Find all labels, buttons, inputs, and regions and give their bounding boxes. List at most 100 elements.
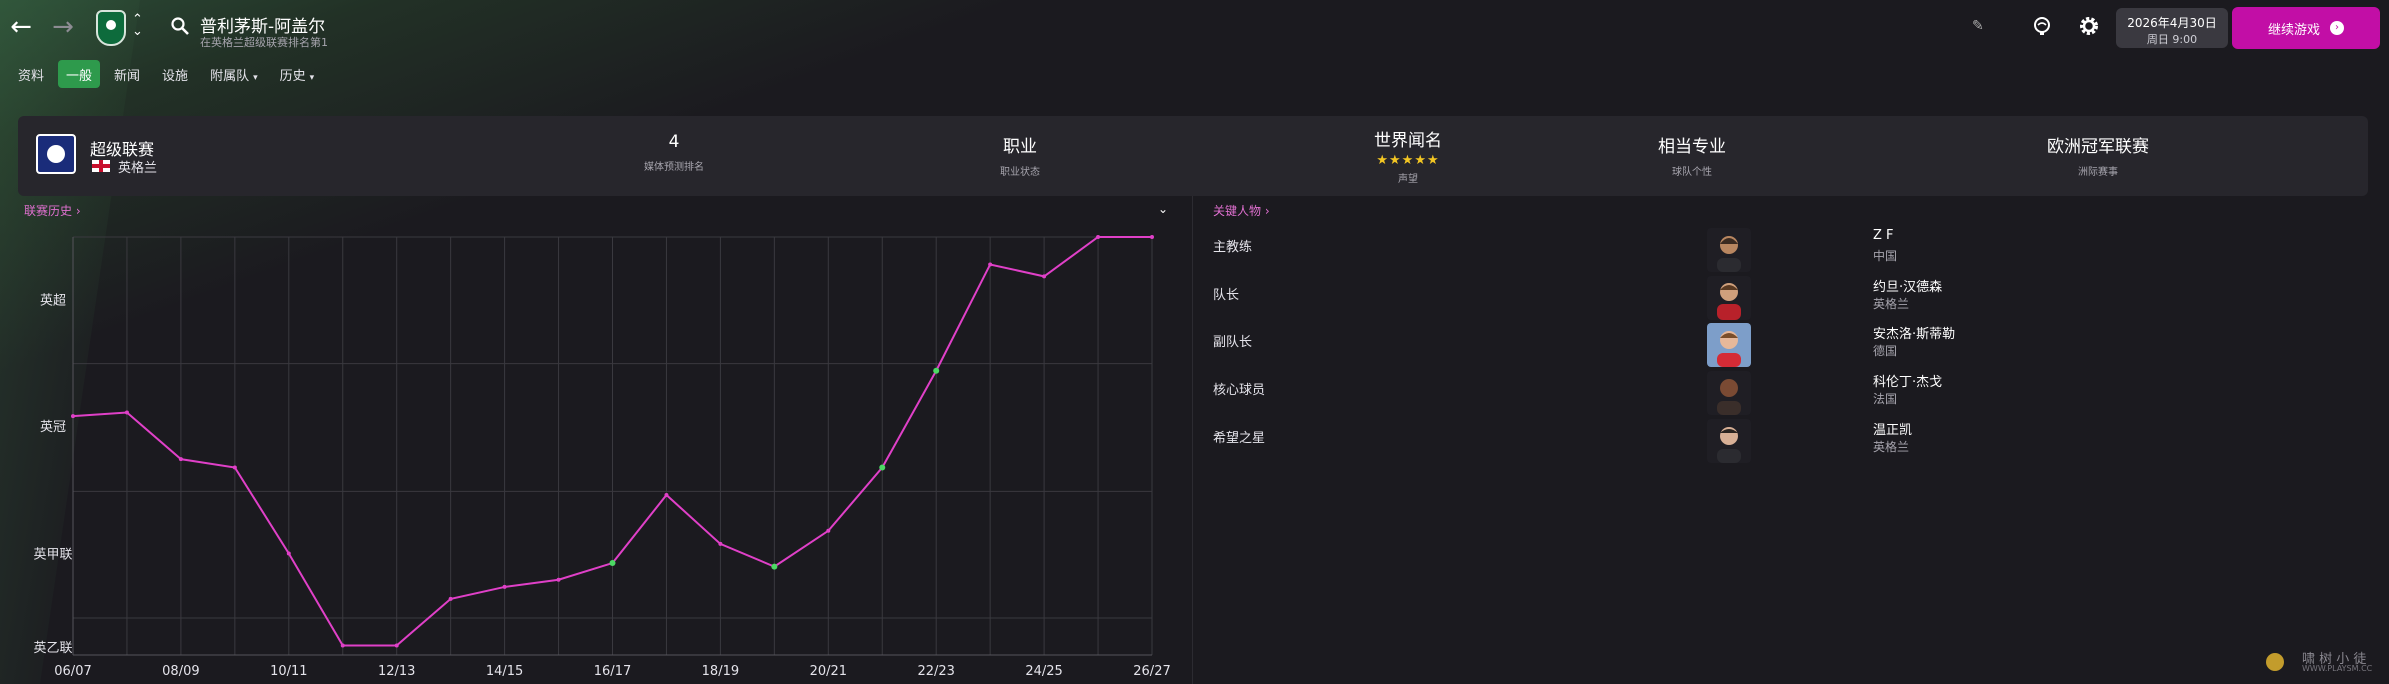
key-people-header[interactable]: 关键人物 ›: [1213, 202, 1270, 219]
y-tick-label: 英冠: [40, 420, 66, 435]
x-tick-label: 24/25: [1025, 664, 1062, 679]
key-person-row[interactable]: 队长 约旦·汉德森 英格兰: [1213, 276, 2313, 322]
chevron-down-icon: ▾: [253, 73, 258, 83]
x-tick-label: 12/13: [378, 664, 415, 679]
x-tick-label: 14/15: [486, 664, 523, 679]
key-people-title: 关键人物: [1213, 204, 1262, 218]
league-position-point: [664, 492, 669, 497]
avatar[interactable]: [1707, 419, 1751, 463]
tab-news[interactable]: 新闻: [106, 60, 148, 88]
avatar[interactable]: [1707, 371, 1751, 415]
stat-label: 职业状态: [1000, 167, 1040, 178]
key-person-name[interactable]: 约旦·汉德森: [1873, 276, 1942, 295]
stat-value[interactable]: 欧洲冠军联赛: [1998, 132, 2198, 157]
date-text: 2026年4月30日: [2127, 16, 2217, 30]
league-history-header[interactable]: 联赛历史 ›: [24, 202, 81, 219]
league-position-point: [933, 367, 940, 374]
stat-value: 相当专业: [1658, 137, 1726, 157]
key-person-row[interactable]: 核心球员 科伦丁·杰戈 法国: [1213, 371, 2313, 417]
competition-logo-icon[interactable]: [36, 134, 76, 174]
key-person-role: 希望之星: [1213, 431, 1266, 446]
professional-status-stat: 职业 职业状态: [920, 132, 1120, 178]
club-badge-icon[interactable]: [96, 10, 126, 46]
x-tick-label: 16/17: [594, 664, 631, 679]
league-position-point: [988, 262, 993, 267]
day-time-text: 周日 9:00: [2146, 33, 2198, 46]
continental-competition-stat: 欧洲冠军联赛 洲际赛事: [1998, 132, 2198, 178]
x-tick-label: 22/23: [917, 664, 954, 679]
x-tick-label: 10/11: [270, 664, 307, 679]
key-person-nation: 德国: [1873, 344, 1898, 358]
avatar[interactable]: [1707, 276, 1751, 320]
page-subtitle: 在英格兰超级联赛排名第1: [200, 36, 328, 49]
league-position-point: [1096, 235, 1101, 239]
key-person-role: 队长: [1213, 288, 1240, 303]
tab-history[interactable]: 历史 ▾: [272, 60, 323, 88]
chevron-down-icon: ▾: [309, 73, 315, 83]
key-person-name[interactable]: Z F: [1873, 228, 1894, 243]
x-tick-label: 06/07: [54, 664, 91, 679]
tab-affiliates[interactable]: 附属队 ▾: [202, 60, 266, 88]
league-position-point: [232, 465, 237, 470]
league-position-point: [1042, 274, 1047, 279]
search-icon[interactable]: [170, 16, 190, 36]
y-tick-label: 英超: [40, 293, 66, 308]
key-person-name[interactable]: 科伦丁·杰戈: [1873, 371, 1942, 390]
avatar[interactable]: [1707, 323, 1751, 367]
league-position-point: [826, 528, 831, 533]
reputation-stars-icon: ★★★★★: [1376, 153, 1440, 168]
stat-label: 声望: [1398, 174, 1418, 185]
league-history-chart: 英超英冠英甲联英乙联 06/07 08/09 10/11 12/13 14/15 16/17…: [33, 235, 1171, 679]
competition-country[interactable]: 英格兰: [118, 157, 157, 176]
top-bar: ← → ⌃ ⌄ 普利茅斯-阿盖尔 在英格兰超级联赛排名第1 ✎ 2026年4月30…: [0, 0, 2389, 56]
league-position-point: [1150, 235, 1154, 239]
gear-icon[interactable]: [2077, 14, 2101, 38]
league-position-point: [124, 410, 129, 415]
tab-label: 设施: [162, 69, 189, 84]
league-position-point: [879, 464, 886, 471]
chevron-right-icon: ›: [1264, 204, 1270, 218]
arrow-right-icon: ›: [2330, 21, 2344, 35]
tab-label: 附属队: [210, 69, 250, 84]
key-person-row[interactable]: 主教练 Z F 中国: [1213, 228, 2313, 274]
key-person-nation: 法国: [1873, 392, 1898, 406]
tab-profile[interactable]: 资料: [10, 60, 52, 88]
key-person-role: 核心球员: [1213, 383, 1266, 398]
brain-icon[interactable]: [2031, 15, 2053, 37]
key-person-name[interactable]: 安杰洛·斯蒂勒: [1873, 323, 1955, 342]
league-position-point: [771, 563, 778, 570]
key-person-role: 主教练: [1213, 240, 1253, 255]
tab-label: 历史: [279, 69, 306, 84]
edit-pencil-icon[interactable]: ✎: [1972, 18, 1984, 34]
tab-facilities[interactable]: 设施: [154, 60, 196, 88]
tab-label: 资料: [18, 69, 45, 84]
league-position-point: [340, 643, 345, 648]
stat-value: 职业: [1003, 137, 1037, 157]
avatar[interactable]: [1707, 228, 1751, 272]
x-tick-label: 26/27: [1133, 664, 1170, 679]
stat-label: 球队个性: [1672, 167, 1712, 178]
club-summary-strip: 超级联赛 英格兰 4 媒体预测排名 职业 职业状态 世界闻名 ★★★★★ 声望 …: [18, 116, 2368, 196]
key-person-row[interactable]: 希望之星 温正凯 英格兰: [1213, 419, 2313, 465]
stat-label: 媒体预测排名: [644, 162, 704, 173]
key-person-nation: 英格兰: [1873, 297, 1910, 311]
key-person-nation: 英格兰: [1873, 440, 1910, 454]
club-switch-chevrons-icon[interactable]: ⌃ ⌄: [132, 13, 143, 38]
tab-general[interactable]: 一般: [58, 60, 101, 88]
key-person-name[interactable]: 温正凯: [1873, 419, 1912, 438]
chevron-down-icon[interactable]: ⌄: [1158, 202, 1168, 216]
league-position-point: [394, 643, 399, 648]
back-arrow-icon[interactable]: ←: [6, 12, 36, 42]
forward-arrow-icon[interactable]: →: [48, 12, 78, 42]
x-tick-label: 20/21: [810, 664, 847, 679]
key-person-row[interactable]: 副队长 安杰洛·斯蒂勒 德国: [1213, 323, 2313, 369]
league-position-point: [609, 560, 616, 567]
reputation-stat: 世界闻名 ★★★★★ 声望: [1308, 126, 1508, 185]
x-tick-label: 08/09: [162, 664, 199, 679]
date-display[interactable]: 2026年4月30日 周日 9:00: [2116, 8, 2228, 48]
tab-bar: 资料 一般 新闻 设施 附属队 ▾ 历史 ▾: [0, 60, 322, 88]
continue-button[interactable]: 继续游戏 ›: [2232, 7, 2380, 49]
england-flag-icon: [92, 160, 110, 172]
media-prediction-stat: 4 媒体预测排名: [574, 132, 774, 173]
league-position-point: [556, 577, 561, 582]
